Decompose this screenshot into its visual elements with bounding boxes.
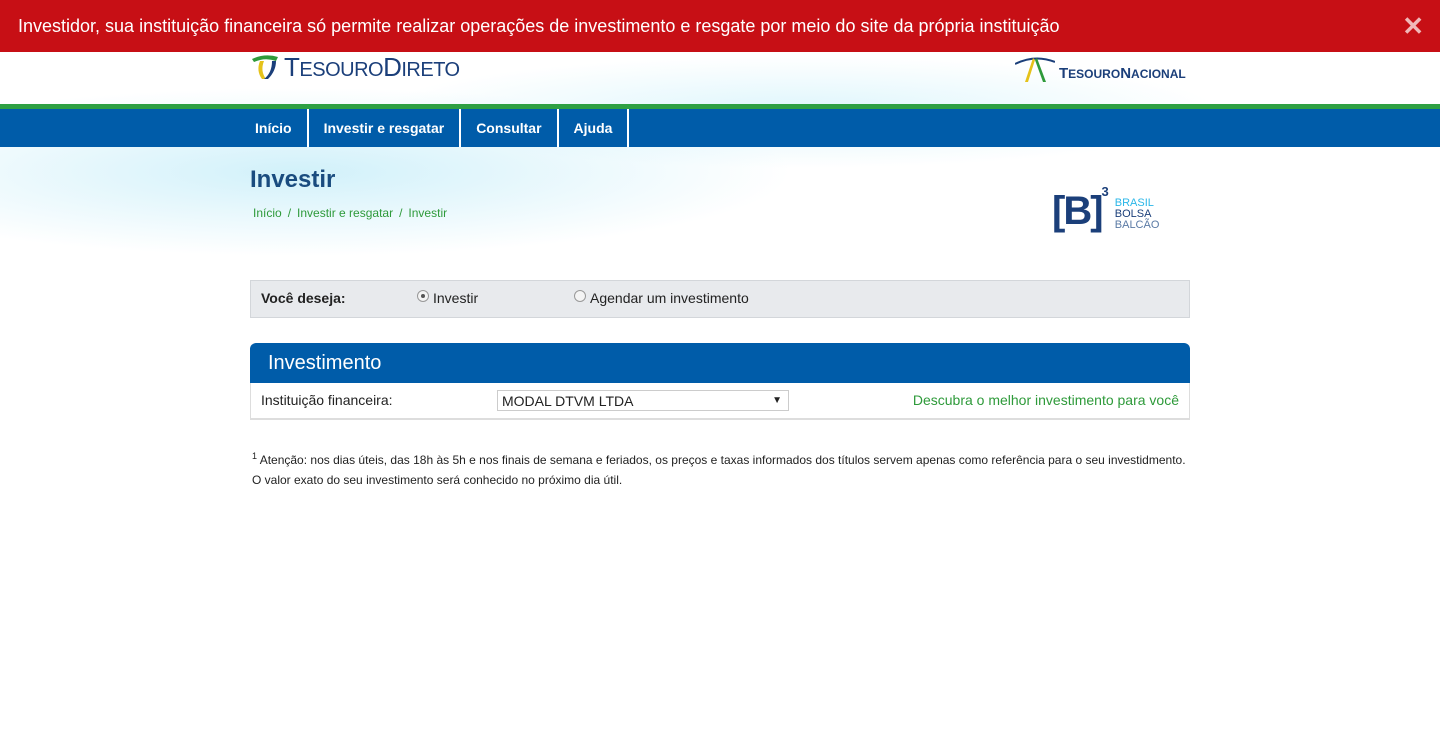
header: TESOURODIRETO TESOURONACIONAL bbox=[0, 52, 1440, 104]
alert-text: Investidor, sua instituição financeira s… bbox=[18, 16, 1060, 36]
discover-investment-link[interactable]: Descubra o melhor investimento para você bbox=[913, 392, 1179, 408]
chevron-down-icon: ▼ bbox=[772, 395, 782, 406]
nav-item-consultar[interactable]: Consultar bbox=[461, 109, 559, 147]
institution-select[interactable]: MODAL DTVM LTDA ▼ bbox=[497, 390, 789, 411]
radio-checked-icon[interactable] bbox=[417, 290, 429, 302]
breadcrumb-investir[interactable]: Investir bbox=[408, 206, 447, 220]
choice-label: Você deseja: bbox=[261, 290, 346, 306]
b3-logo: [B] 3 BRASIL BOLSA BALCÃO bbox=[1052, 184, 1160, 233]
nav-item-investir-resgatar[interactable]: Investir e resgatar bbox=[309, 109, 462, 147]
close-icon[interactable]: ✕ bbox=[1402, 0, 1424, 52]
tesouro-nacional-wordmark: TESOURONACIONAL bbox=[1059, 65, 1186, 82]
nav-item-ajuda[interactable]: Ajuda bbox=[559, 109, 630, 147]
main-nav: Início Investir e resgatar Consultar Aju… bbox=[0, 109, 1440, 147]
panel-title: Investimento bbox=[250, 343, 1190, 383]
nav-item-inicio[interactable]: Início bbox=[240, 109, 309, 147]
operation-choice: Você deseja: Investir Agendar um investi… bbox=[250, 280, 1190, 318]
breadcrumb: Início / Investir e resgatar / Investir bbox=[253, 206, 448, 220]
tesouro-nacional-logo-icon bbox=[1015, 57, 1055, 82]
page-title: Investir bbox=[250, 166, 336, 193]
attention-note: 1 Atenção: nos dias úteis, das 18h às 5h… bbox=[252, 451, 1186, 487]
investimento-panel: Investimento Instituição financeira: MOD… bbox=[250, 343, 1190, 420]
tesouro-direto-wordmark: TESOURODIRETO bbox=[284, 51, 460, 82]
tesouro-nacional-logo[interactable]: TESOURONACIONAL bbox=[1015, 52, 1186, 82]
tesouro-direto-logo-icon bbox=[252, 55, 278, 79]
breadcrumb-inicio[interactable]: Início bbox=[253, 206, 282, 220]
tesouro-direto-logo[interactable]: TESOURODIRETO bbox=[250, 52, 460, 82]
alert-banner: Investidor, sua instituição financeira s… bbox=[0, 0, 1440, 52]
institution-label: Instituição financeira: bbox=[261, 392, 393, 408]
radio-investir[interactable]: Investir bbox=[417, 290, 478, 306]
breadcrumb-investir-resgatar[interactable]: Investir e resgatar bbox=[297, 206, 393, 220]
radio-agendar[interactable]: Agendar um investimento bbox=[574, 290, 749, 306]
radio-unchecked-icon[interactable] bbox=[574, 290, 586, 302]
